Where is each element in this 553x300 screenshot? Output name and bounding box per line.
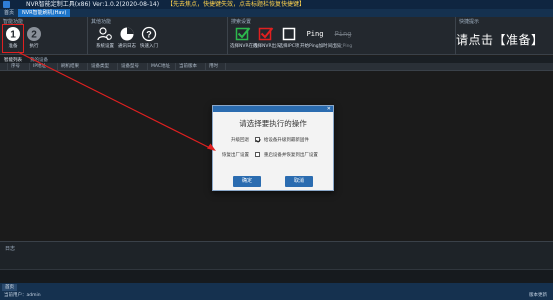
app-window: NVR智能定制工具(x86) Ver:1.0.2(2020-08-14) 【先去… xyxy=(0,0,553,300)
menu-home[interactable]: 首页 xyxy=(0,9,18,17)
ribbon-toolbar: 智能功能 1 准备 2 执行 其他功能 系统设置 通讯日志 ? 快速入门 搜索设… xyxy=(0,17,553,55)
option-upgrade[interactable]: 升级回退 给设备升级到最新固件 xyxy=(219,137,309,143)
group-title: 快捷提示 xyxy=(459,19,480,25)
execute-button[interactable]: 2 执行 xyxy=(21,26,47,53)
column-header[interactable]: 刷机结果 xyxy=(58,62,88,71)
option-label: 升级回退 xyxy=(231,138,249,143)
status-user: 当前用户：admin xyxy=(4,293,41,298)
svg-text:?: ? xyxy=(146,30,152,40)
stop-ping-label: 停止Ping xyxy=(333,44,353,49)
log-header: 日志 xyxy=(5,246,16,252)
close-icon[interactable]: ✕ xyxy=(327,106,331,112)
dialog-titlebar[interactable] xyxy=(213,106,333,112)
checkbox-empty-icon xyxy=(282,27,296,41)
checkbox-green-icon xyxy=(235,27,251,41)
start-ping-label: 开始Ping加时间出头 xyxy=(300,44,342,49)
option-text: 给设备升级到最新固件 xyxy=(263,138,309,143)
quick-start-label: 快速入门 xyxy=(140,44,158,49)
window-title-text: NVR智能定制工具(x86) Ver:1.0.2(2020-08-14) xyxy=(26,1,160,8)
hint-text: 请点击【准备】 xyxy=(456,33,544,47)
help-icon: ? xyxy=(141,26,157,42)
column-header[interactable]: 用时 xyxy=(206,62,226,71)
status-tab-home[interactable]: 首页 xyxy=(2,284,17,291)
group-title: 其他功能 xyxy=(91,19,112,25)
column-header[interactable] xyxy=(0,62,8,71)
log-panel: 日志 xyxy=(0,241,553,284)
dialog-title: 请选择要执行的操作 xyxy=(239,119,307,128)
column-header[interactable]: MAC地址 xyxy=(148,62,176,71)
group-smart-functions: 智能功能 1 准备 2 执行 xyxy=(0,17,88,55)
ok-button[interactable]: 确定 xyxy=(233,176,261,187)
column-header[interactable]: 序号 xyxy=(8,62,30,71)
ping-disabled-icon: Ping xyxy=(334,30,352,38)
ping-icon: Ping xyxy=(306,30,324,38)
group-title: 搜索设置 xyxy=(231,19,252,25)
column-header[interactable]: 设备类型 xyxy=(88,62,118,71)
app-icon xyxy=(3,1,10,8)
stop-ping-button[interactable]: Ping 停止Ping xyxy=(330,26,356,53)
number-two-icon: 2 xyxy=(27,27,41,41)
table-header: 序号 IP地址 刷机结果 设备类型 设备型号 MAC地址 当前版本 用时 xyxy=(0,62,553,71)
menu-bar: 首页 NVR智能刷机(Hav) xyxy=(0,9,553,17)
checkbox-red-icon xyxy=(258,27,274,41)
column-header[interactable]: 设备型号 xyxy=(118,62,148,71)
title-bar[interactable]: NVR智能定制工具(x86) Ver:1.0.2(2020-08-14) 【先去… xyxy=(0,0,553,9)
svg-text:2: 2 xyxy=(31,30,37,41)
menu-nvr-flash[interactable]: NVR智能刷机(Hav) xyxy=(18,9,71,17)
group-other-functions: 其他功能 系统设置 通讯日志 ? 快速入门 xyxy=(88,17,228,55)
select-ipc-label: 选择IPC项 xyxy=(278,44,300,49)
execute-label: 执行 xyxy=(29,44,39,49)
cancel-button[interactable]: 取消 xyxy=(285,176,313,187)
pie-chart-icon xyxy=(120,27,134,41)
log-body[interactable] xyxy=(0,269,553,284)
operation-dialog: ✕ 请选择要执行的操作 升级回退 给设备升级到最新固件 恢复出厂设置 重启设备并… xyxy=(212,105,334,191)
svg-text:1: 1 xyxy=(10,30,16,41)
factory-reset-checkbox[interactable] xyxy=(255,152,261,157)
column-header[interactable]: IP地址 xyxy=(30,62,58,71)
window-warning: 【先去焦点，快捷键失效，点击标题栏恢复快捷键】 xyxy=(167,1,306,8)
number-one-icon: 1 xyxy=(6,27,20,41)
settings-user-icon xyxy=(97,27,112,41)
start-ping-button[interactable]: Ping 开始Ping加时间出头 xyxy=(300,26,342,53)
version-update-link[interactable]: 版本更新 xyxy=(529,292,547,298)
column-header[interactable]: 当前版本 xyxy=(176,62,206,71)
option-factory-reset[interactable]: 恢复出厂设置 重启设备并恢复到出厂设置 xyxy=(219,152,318,158)
upgrade-checkbox[interactable] xyxy=(255,137,261,142)
option-label: 恢复出厂设置 xyxy=(222,153,249,158)
select-ipc-button[interactable]: 选择IPC项 xyxy=(276,26,302,53)
quick-start-button[interactable]: ? 快速入门 xyxy=(136,26,162,53)
group-search-settings: 搜索设置 选择NVR在线 选择NVR出头 选择IPC项 Ping 开始Ping加… xyxy=(228,17,456,55)
option-text: 重启设备并恢复到出厂设置 xyxy=(263,153,318,158)
status-bar: 首页 当前用户：admin 版本更新 xyxy=(0,283,553,300)
window-title: NVR智能定制工具(x86) Ver:1.0.2(2020-08-14) 【先去… xyxy=(26,0,305,9)
